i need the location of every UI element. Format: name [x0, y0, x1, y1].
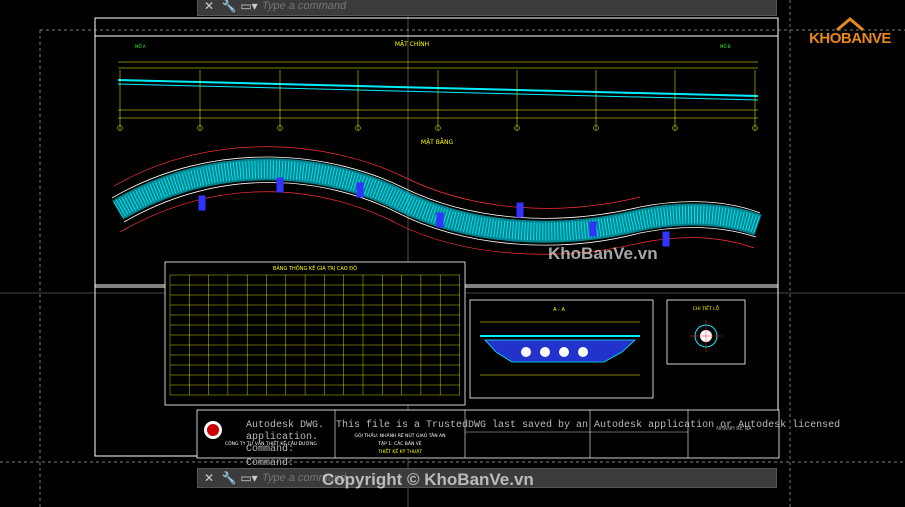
command-history-dropdown-icon[interactable]: ▭▾	[240, 0, 258, 15]
elevation-title: MẶT CHÍNH	[395, 41, 429, 48]
watermark-footer: Copyright © KhoBanVe.vn	[322, 470, 534, 489]
history-line: Command:	[246, 444, 295, 455]
detail-hole: CHI TIẾT LỖ	[666, 299, 746, 365]
section-a-a: A - A	[469, 299, 654, 399]
close-icon[interactable]: ✕	[200, 0, 218, 15]
plan-title: MẶT BẰNG	[421, 138, 454, 146]
command-line-top[interactable]: ✕ 🔧 ▭▾	[197, 0, 777, 16]
close-icon[interactable]: ✕	[200, 469, 218, 487]
elevation-view: MẶT CHÍNH MỐ A MỐ B	[117, 41, 759, 131]
command-input-top[interactable]	[258, 0, 776, 14]
table-title: BẢNG THỐNG KÊ GIÁ TRỊ CAO ĐỘ	[273, 264, 357, 272]
section-title: A - A	[553, 307, 565, 313]
watermark-center: KhoBanVe.vn	[548, 244, 658, 263]
command-history-dropdown-icon[interactable]: ▭▾	[240, 469, 258, 487]
history-line: application.	[246, 432, 319, 443]
elevation-table: BẢNG THỐNG KÊ GIÁ TRỊ CAO ĐỘ	[164, 261, 466, 406]
svg-text:MỐ A: MỐ A	[135, 44, 146, 49]
wrench-icon[interactable]: 🔧	[220, 0, 238, 15]
svg-text:MỐ B: MỐ B	[720, 44, 731, 49]
plan-view: MẶT BẰNG	[111, 138, 762, 255]
khobanve-logo: KHOBANVE	[807, 16, 893, 56]
detail-title: CHI TIẾT LỖ	[693, 304, 720, 312]
logo-text: KHOBANVE	[809, 30, 891, 47]
history-line: Autodesk DWG. This file is a TrustedDWG …	[246, 420, 841, 431]
wrench-icon[interactable]: 🔧	[220, 469, 238, 487]
